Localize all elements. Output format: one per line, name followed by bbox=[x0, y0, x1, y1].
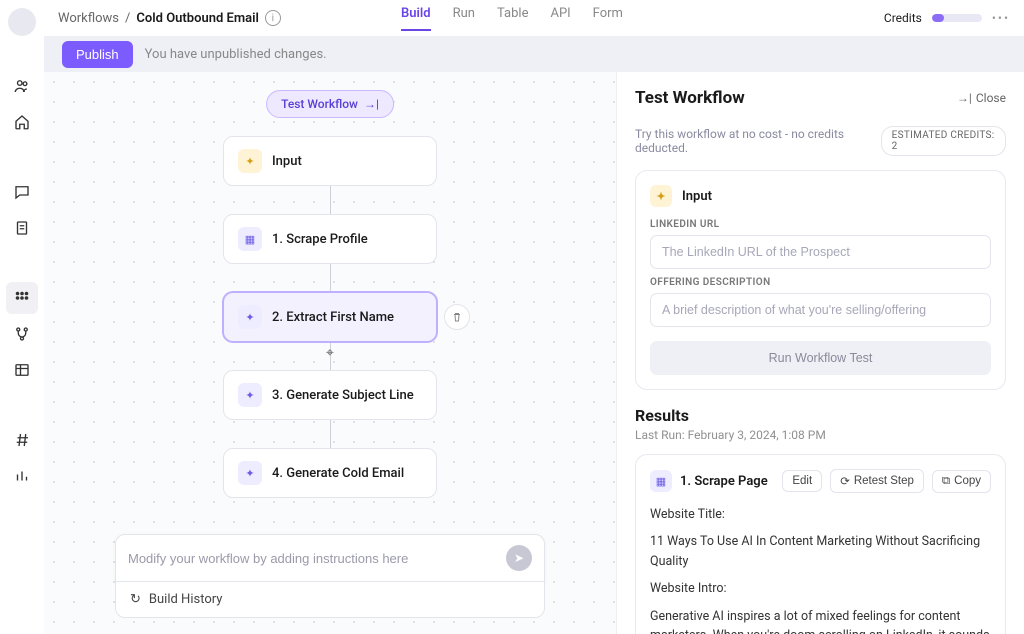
tab-table[interactable]: Table bbox=[497, 6, 528, 31]
publish-message: You have unpublished changes. bbox=[145, 47, 327, 62]
nav-team-icon[interactable] bbox=[6, 70, 38, 102]
tab-api[interactable]: API bbox=[550, 6, 570, 31]
node-label: 4. Generate Cold Email bbox=[272, 466, 404, 481]
breadcrumb-current: Cold Outbound Email bbox=[136, 11, 258, 26]
node-label: Input bbox=[272, 154, 302, 169]
publish-button[interactable]: Publish bbox=[62, 41, 133, 68]
sparkle-icon: ✦ bbox=[238, 149, 262, 173]
workflow-canvas[interactable]: Test Workflow →| ✦ Input ▦ 1. Scrape Pro… bbox=[44, 72, 616, 634]
field-label: OFFERING DESCRIPTION bbox=[650, 277, 991, 288]
nav-rail bbox=[0, 0, 44, 634]
close-icon: →| bbox=[957, 91, 972, 105]
info-icon[interactable]: i bbox=[265, 10, 281, 26]
globe-icon: ▦ bbox=[650, 470, 672, 492]
chat-bar: ➤ ↻ Build History bbox=[115, 534, 545, 618]
nav-workflows-icon[interactable] bbox=[6, 282, 38, 314]
nav-branch-icon[interactable] bbox=[6, 318, 38, 350]
copy-step-button[interactable]: ⧉ Copy bbox=[932, 470, 991, 493]
credits-meter bbox=[932, 14, 982, 22]
node-input[interactable]: ✦ Input bbox=[223, 136, 437, 186]
tabs: Build Run Table API Form bbox=[401, 6, 623, 31]
history-icon: ↻ bbox=[130, 592, 141, 607]
tab-form[interactable]: Form bbox=[593, 6, 623, 31]
panel-subtitle: Try this workflow at no cost - no credit… bbox=[635, 127, 881, 155]
connector bbox=[330, 420, 331, 448]
node-label: 1. Scrape Profile bbox=[272, 232, 368, 247]
linkedin-url-input[interactable] bbox=[650, 235, 991, 269]
estimated-credits-badge: ESTIMATED CREDITS: 2 bbox=[881, 126, 1006, 156]
offering-description-input[interactable] bbox=[650, 293, 991, 327]
cursor-icon: ⌖ bbox=[326, 345, 334, 361]
node-label: 3. Generate Subject Line bbox=[272, 388, 414, 403]
node-generate-subject[interactable]: ✦ 3. Generate Subject Line bbox=[223, 370, 437, 420]
header: Workflows / Cold Outbound Email i Build … bbox=[44, 0, 1024, 36]
publish-banner: Publish You have unpublished changes. bbox=[44, 36, 1024, 72]
test-workflow-button[interactable]: Test Workflow →| bbox=[266, 90, 394, 118]
connector bbox=[330, 264, 331, 292]
connector bbox=[330, 186, 331, 214]
result-body: Website Title: 11 Ways To Use AI In Cont… bbox=[650, 505, 991, 634]
result-card: ▦ 1. Scrape Page Edit ⟳ Retest Step ⧉ Co… bbox=[635, 454, 1006, 634]
menu-dots-icon[interactable]: ••• bbox=[992, 11, 1010, 25]
close-button[interactable]: →| Close bbox=[957, 91, 1006, 105]
nav-hash-icon[interactable] bbox=[6, 424, 38, 456]
test-workflow-panel: Test Workflow →| Close Try this workflow… bbox=[616, 72, 1024, 634]
input-card: ✦ Input LINKEDIN URL OFFERING DESCRIPTIO… bbox=[635, 170, 1006, 390]
results-last-run: Last Run: February 3, 2024, 1:08 PM bbox=[635, 428, 1006, 442]
sparkle-icon: ✦ bbox=[238, 461, 262, 485]
retest-step-button[interactable]: ⟳ Retest Step bbox=[830, 469, 924, 493]
workflow-chat-input[interactable] bbox=[128, 551, 506, 566]
copy-icon: ⧉ bbox=[942, 475, 950, 488]
credits-label: Credits bbox=[884, 11, 922, 25]
tab-build[interactable]: Build bbox=[401, 6, 431, 31]
tab-run[interactable]: Run bbox=[453, 6, 475, 31]
sparkle-icon: ✦ bbox=[650, 185, 672, 207]
node-extract-first-name[interactable]: ✦ 2. Extract First Name ⌖ bbox=[223, 292, 437, 342]
panel-title: Test Workflow bbox=[635, 88, 745, 108]
node-generate-cold-email[interactable]: ✦ 4. Generate Cold Email bbox=[223, 448, 437, 498]
input-heading: Input bbox=[682, 189, 712, 204]
arrow-right-icon: →| bbox=[364, 97, 379, 111]
node-scrape-profile[interactable]: ▦ 1. Scrape Profile bbox=[223, 214, 437, 264]
nav-table-icon[interactable] bbox=[6, 354, 38, 386]
sparkle-icon: ✦ bbox=[238, 305, 262, 329]
field-label: LINKEDIN URL bbox=[650, 219, 991, 230]
delete-node-button[interactable] bbox=[444, 304, 470, 330]
avatar[interactable] bbox=[8, 8, 36, 36]
edit-step-button[interactable]: Edit bbox=[782, 470, 822, 492]
breadcrumb-root[interactable]: Workflows bbox=[58, 11, 119, 26]
nav-home-icon[interactable] bbox=[6, 106, 38, 138]
globe-icon: ▦ bbox=[238, 227, 262, 251]
send-button[interactable]: ➤ bbox=[506, 545, 532, 571]
nav-analytics-icon[interactable] bbox=[6, 460, 38, 492]
result-step-title: 1. Scrape Page bbox=[680, 474, 774, 489]
flow: ✦ Input ▦ 1. Scrape Profile ✦ 2. Extract… bbox=[223, 136, 437, 498]
sparkle-icon: ✦ bbox=[238, 383, 262, 407]
nav-doc-icon[interactable] bbox=[6, 212, 38, 244]
build-history-button[interactable]: ↻ Build History bbox=[115, 582, 545, 618]
results-title: Results bbox=[635, 406, 1006, 425]
refresh-icon: ⟳ bbox=[840, 474, 850, 488]
nav-chat-icon[interactable] bbox=[6, 176, 38, 208]
run-workflow-test-button[interactable]: Run Workflow Test bbox=[650, 341, 991, 375]
breadcrumb: Workflows / Cold Outbound Email i bbox=[58, 10, 281, 26]
node-label: 2. Extract First Name bbox=[272, 310, 394, 325]
